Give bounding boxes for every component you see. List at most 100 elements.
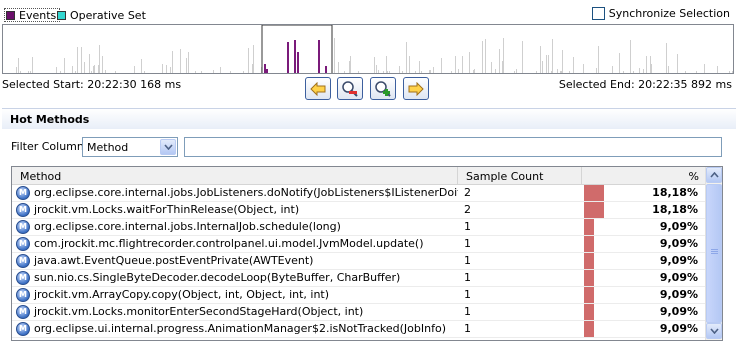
sample-count-cell: 1 xyxy=(464,271,471,284)
timeline-sample xyxy=(75,71,76,73)
table-row[interactable]: Morg.eclipse.ui.internal.progress.Animat… xyxy=(12,321,706,338)
chevron-down-icon[interactable] xyxy=(160,139,176,155)
table-row[interactable]: Mjava.awt.EventQueue.postEventPrivate(AW… xyxy=(12,253,706,270)
timeline-sample xyxy=(548,55,549,73)
legend-events[interactable]: Events xyxy=(4,8,61,22)
arrow-left-icon xyxy=(310,81,326,96)
percent-value: 9,09% xyxy=(659,322,698,335)
forward-button[interactable] xyxy=(403,77,429,100)
timeline-sample xyxy=(441,58,442,73)
timeline-event xyxy=(266,69,268,73)
synchronize-label: Synchronize Selection xyxy=(608,7,730,20)
sample-count-cell: 2 xyxy=(464,186,471,199)
zoom-in-button[interactable] xyxy=(370,77,396,100)
scroll-up-button[interactable] xyxy=(706,167,722,183)
selected-end-label: Selected End: 20:22:35 892 ms xyxy=(558,78,732,91)
percent-value: 9,09% xyxy=(659,237,698,250)
timeline-sample xyxy=(162,64,163,73)
timeline-sample xyxy=(429,70,430,73)
timeline-event xyxy=(287,42,289,73)
timeline-sample xyxy=(485,39,486,73)
timeline-sample xyxy=(220,67,221,73)
table-row[interactable]: Morg.eclipse.core.internal.jobs.Internal… xyxy=(12,219,706,236)
column-header-method[interactable]: Method xyxy=(12,167,458,185)
timeline-sample xyxy=(81,47,82,73)
method-icon: M xyxy=(16,203,30,217)
timeline-sample xyxy=(172,51,173,73)
timeline-sample xyxy=(623,71,624,73)
timeline-sample xyxy=(482,41,483,73)
sample-count-cell: 1 xyxy=(464,288,471,301)
timeline-sample xyxy=(516,69,517,73)
synchronize-checkbox[interactable] xyxy=(591,7,605,20)
timeline-sample xyxy=(144,71,145,73)
column-header-sample-count[interactable]: Sample Count xyxy=(458,167,582,185)
timeline-sample xyxy=(72,66,73,73)
timeline-sample xyxy=(569,71,570,73)
back-button[interactable] xyxy=(305,77,331,100)
percent-bar xyxy=(584,304,594,320)
timeline-graph[interactable] xyxy=(3,25,734,74)
timeline-sample xyxy=(180,49,181,73)
timeline-overview[interactable] xyxy=(2,24,734,74)
scroll-down-button[interactable] xyxy=(706,323,722,339)
timeline-sample xyxy=(651,64,652,73)
scroll-thumb[interactable] xyxy=(706,184,722,323)
timeline-sample xyxy=(729,71,730,73)
method-icon: M xyxy=(16,271,30,285)
legend-operative-set[interactable]: Operative Set xyxy=(57,8,146,22)
percent-value: 18,18% xyxy=(652,203,698,216)
timeline-sample xyxy=(458,69,459,73)
percent-bar xyxy=(584,253,594,269)
timeline-sample xyxy=(421,71,422,73)
timeline-sample xyxy=(732,71,733,73)
column-header-percent[interactable]: % xyxy=(582,167,706,185)
events-swatch xyxy=(6,10,15,20)
table-row[interactable]: Msun.nio.cs.SingleByteDecoder.decodeLoop… xyxy=(12,270,706,287)
timeline-sample xyxy=(583,64,584,73)
method-cell: Msun.nio.cs.SingleByteDecoder.decodeLoop… xyxy=(12,270,458,286)
percent-cell: 18,18% xyxy=(582,202,706,218)
timeline-sample xyxy=(451,71,452,73)
method-icon: M xyxy=(16,237,30,251)
table-row[interactable]: Mjrockit.vm.Locks.monitorEnterSecondStag… xyxy=(12,304,706,321)
filter-text-input[interactable] xyxy=(184,137,722,157)
filter-column-label: Filter Column xyxy=(11,140,84,153)
timeline-sample xyxy=(598,46,599,73)
timeline-sample xyxy=(102,56,103,73)
method-cell: Morg.eclipse.ui.internal.progress.Animat… xyxy=(12,321,458,337)
timeline-sample xyxy=(619,53,620,73)
timeline-sample xyxy=(666,43,667,73)
percent-bar xyxy=(584,236,594,252)
timeline-sample xyxy=(522,41,523,73)
percent-bar xyxy=(584,321,594,337)
chevron-up-icon xyxy=(709,172,719,178)
timeline-sample xyxy=(630,40,631,73)
timeline-sample xyxy=(409,56,410,73)
timeline-sample xyxy=(201,71,202,73)
timeline-sample xyxy=(115,71,116,73)
method-cell: Mjrockit.vm.Locks.waitForThinRelease(Obj… xyxy=(12,202,458,218)
method-icon: M xyxy=(16,305,30,319)
timeline-sample xyxy=(358,71,359,73)
vertical-scrollbar[interactable] xyxy=(705,167,722,340)
timeline-sample xyxy=(134,66,135,73)
timeline-sample xyxy=(717,66,718,73)
timeline-sample xyxy=(499,49,500,73)
legend-bar: Events Operative Set Synchronize Selecti… xyxy=(0,0,738,24)
zoom-in-icon xyxy=(375,80,391,97)
timeline-sample xyxy=(91,71,92,73)
timeline-sample xyxy=(77,47,78,73)
timeline-sample xyxy=(455,56,456,73)
timeline-sample xyxy=(56,67,57,73)
table-row[interactable]: Mjrockit.vm.Locks.waitForThinRelease(Obj… xyxy=(12,202,706,219)
zoom-out-button[interactable] xyxy=(337,77,363,100)
filter-column-select[interactable]: Method xyxy=(82,137,178,157)
table-row[interactable]: Mcom.jrockit.mc.flightrecorder.controlpa… xyxy=(12,236,706,253)
timeline-sample xyxy=(18,58,19,73)
filter-column-value: Method xyxy=(87,141,129,154)
table-row[interactable]: Morg.eclipse.core.internal.jobs.JobListe… xyxy=(12,185,706,202)
timeline-sample xyxy=(430,70,431,73)
table-row[interactable]: Mjrockit.vm.ArrayCopy.copy(Object, int, … xyxy=(12,287,706,304)
synchronize-selection[interactable]: Synchronize Selection xyxy=(591,7,730,20)
